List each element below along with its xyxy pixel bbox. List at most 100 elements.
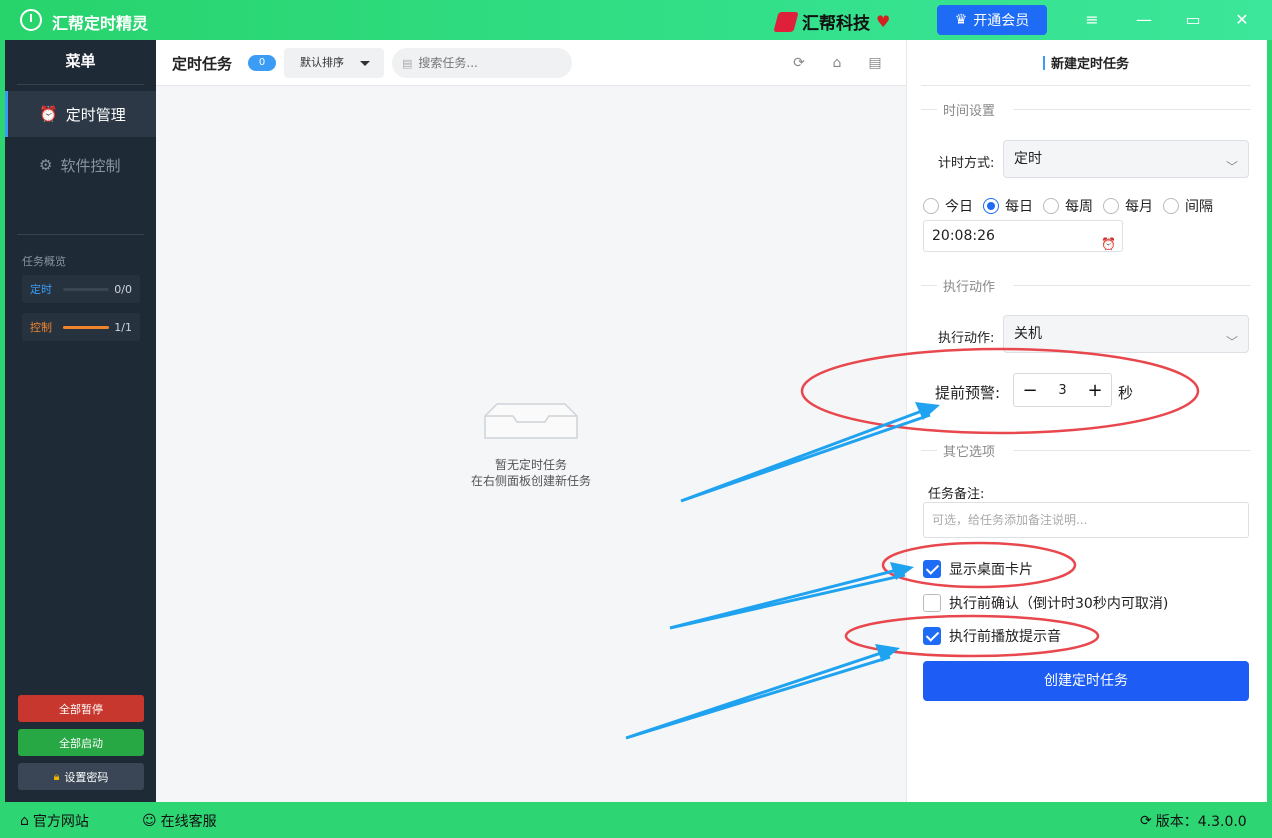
empty-state-title: 暂无定时任务 [494,458,567,472]
warning-unit: 秒 [1118,384,1134,402]
confirm-before-exec-option[interactable]: 执行前确认（倒计时30秒内可取消) [923,593,1168,613]
radio-today[interactable]: 今日 [923,196,983,216]
panel-title: 新建定时任务 [921,40,1251,86]
time-value: 20:08:26 [932,228,995,244]
section-label: 执行动作 [943,280,996,295]
sidebar-item-timer-management[interactable]: ⏰ 定时管理 [5,91,156,137]
maximize-icon[interactable]: ▭ [1181,8,1205,32]
support-link[interactable]: ☺ 在线客服 [142,811,217,831]
new-task-panel: 新建定时任务 时间设置 计时方式: 定时 ﹀ 今日 每日 每周 每月 间隔 20… [906,40,1267,802]
divider [17,234,144,235]
sidebar-item-label: 定时管理 [65,105,126,124]
support-label: 在线客服 [160,814,217,830]
brand-name: 汇帮科技 [802,14,870,34]
overview-count: 0/0 [114,282,132,296]
section-other: 其它选项 [921,441,1251,461]
section-action: 执行动作 [921,276,1251,296]
headset-icon: ☺ [142,813,157,829]
warning-label: 提前预警: [935,384,1001,402]
note-field[interactable]: 可选，给任务添加备注说明... [923,502,1249,538]
overview-progress-bar [63,287,110,291]
divider [17,84,144,85]
chevron-down-icon [360,61,370,66]
overview-label: 任务概览 [22,255,66,268]
menu-icon[interactable]: ≡ [1080,8,1104,32]
overview-count: 1/1 [114,320,132,334]
action-value: 关机 [1014,326,1042,342]
chevron-down-icon: ﹀ [1225,335,1238,349]
radio-interval[interactable]: 间隔 [1163,196,1223,216]
sort-label: 默认排序 [300,56,344,69]
status-bar: ⌂ 官方网站 ☺ 在线客服 ⟳ 版本：4.3.0.0 [0,802,1272,838]
note-label: 任务备注: [928,487,985,502]
page-title: 定时任务 [172,55,233,73]
overview-row-control: 控制 1/1 [22,313,140,341]
create-task-button[interactable]: 创建定时任务 [923,661,1249,701]
overview-name: 定时 [30,283,52,296]
close-icon[interactable]: ✕ [1230,8,1254,32]
task-list-header: 定时任务 0 默认排序 ▤ ⟳ ⌂ ▤ [156,40,906,86]
version-info[interactable]: ⟳ 版本：4.3.0.0 [1140,811,1247,831]
website-label: 官方网站 [32,814,89,830]
option-label: 执行前确认（倒计时30秒内可取消) [949,596,1169,612]
option-label: 显示桌面卡片 [949,562,1033,578]
overview-row-timer: 定时 0/0 [22,275,140,303]
crown-icon: ♛ [954,12,968,28]
decrement-button[interactable]: − [1022,380,1038,401]
search-input[interactable] [418,56,559,70]
start-all-button[interactable]: 全部启动 [18,729,144,756]
website-link[interactable]: ⌂ 官方网站 [20,811,89,831]
sidebar-item-label: 软件控制 [60,156,121,175]
timing-mode-select[interactable]: 定时 ﹀ [1003,140,1249,178]
pause-all-button[interactable]: 全部暂停 [18,695,144,722]
set-password-button[interactable]: 🔒︎ 设置密码 [18,763,144,790]
action-select[interactable]: 关机 ﹀ [1003,315,1249,353]
refresh-icon[interactable]: ⟳ [790,54,808,72]
task-list-area: 定时任务 0 默认排序 ▤ ⟳ ⌂ ▤ 暂无定时任务 在右侧面板创建新任务 [156,40,906,802]
app-logo-icon [20,9,42,31]
gear-icon: ⚙ [39,156,53,174]
vip-button[interactable]: ♛ 开通会员 [937,5,1047,35]
brand: 汇帮科技 ♥ [773,9,890,34]
alarm-clock-icon: ⏰ [39,105,58,123]
set-password-label: 设置密码 [64,770,109,784]
time-picker[interactable]: 20:08:26 ⏰ [923,220,1123,252]
empty-tray-icon [484,403,578,439]
warning-stepper: − 3 + [1013,373,1112,407]
brand-logo-icon [773,11,799,32]
increment-button[interactable]: + [1087,380,1103,401]
section-time-settings: 时间设置 [921,100,1251,120]
section-label: 其它选项 [943,445,996,460]
checkbox[interactable] [923,560,941,578]
log-icon[interactable]: ▤ [866,54,884,72]
vip-label: 开通会员 [973,13,1030,29]
radio-daily[interactable]: 每日 [983,196,1043,216]
option-label: 执行前播放提示音 [949,629,1061,645]
lock-icon: 🔒︎ [53,769,60,783]
overview-progress-bar [63,325,110,329]
search-box[interactable]: ▤ [392,48,572,78]
radio-weekly[interactable]: 每周 [1043,196,1103,216]
menu-title: 菜单 [65,52,96,70]
play-sound-option[interactable]: 执行前播放提示音 [923,626,1061,646]
home-icon: ⌂ [20,813,29,829]
clear-icon[interactable]: ⌂ [828,54,846,72]
version-label: 版本：4.3.0.0 [1155,814,1247,830]
warning-value[interactable]: 3 [1058,383,1066,398]
checkbox[interactable] [923,594,941,612]
minimize-icon[interactable]: — [1132,8,1156,32]
sidebar-item-software-control[interactable]: ⚙ 软件控制 [5,142,156,188]
sidebar: 菜单 ⏰ 定时管理 ⚙ 软件控制 任务概览 定时 0/0 控制 1/1 全部暂停… [5,40,156,802]
show-desktop-card-option[interactable]: 显示桌面卡片 [923,559,1033,579]
timing-mode-value: 定时 [1014,151,1042,167]
schedule-radio-group: 今日 每日 每周 每月 间隔 [923,196,1223,216]
search-icon: ▤ [402,56,413,70]
empty-state-hint: 在右侧面板创建新任务 [470,474,591,488]
radio-monthly[interactable]: 每月 [1103,196,1163,216]
section-label: 时间设置 [943,104,996,119]
sort-select[interactable]: 默认排序 [284,48,384,78]
task-count-badge: 0 [248,55,276,71]
checkbox[interactable] [923,627,941,645]
chevron-down-icon: ﹀ [1225,160,1238,174]
timing-mode-label: 计时方式: [938,156,995,171]
